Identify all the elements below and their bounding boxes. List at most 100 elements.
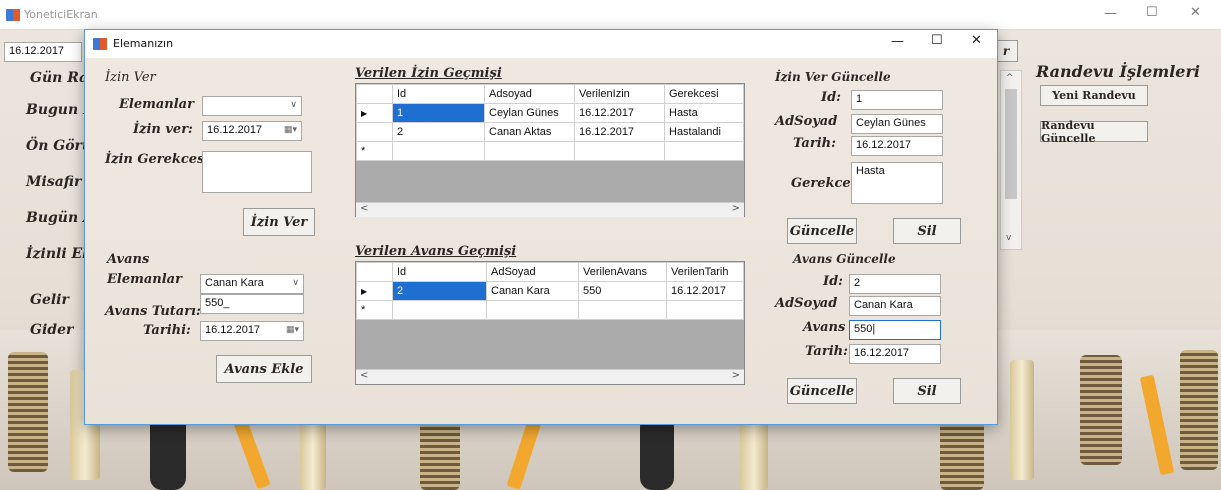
scroll-up-icon[interactable]: ^: [1006, 73, 1014, 83]
new-appointment-button[interactable]: Yeni Randevu: [1040, 85, 1148, 106]
new-row[interactable]: *: [356, 141, 744, 161]
izin-update-id-label: Id:: [821, 90, 841, 105]
table-cell[interactable]: [392, 300, 487, 320]
avans-ekle-button[interactable]: Avans Ekle: [216, 355, 312, 383]
dialog-app-icon: [93, 38, 107, 50]
table-cell[interactable]: 1: [392, 103, 485, 123]
column-header[interactable]: VerilenIzin: [574, 84, 665, 104]
izin-reason-textarea[interactable]: [202, 151, 312, 193]
minimize-icon[interactable]: —: [1104, 6, 1117, 21]
text-cursor-icon: |: [872, 323, 876, 335]
table-cell[interactable]: [664, 141, 744, 161]
column-header[interactable]: VerilenTarih: [666, 262, 744, 282]
izin-reason-label: İzin Gerekcesi: [105, 152, 210, 167]
column-header[interactable]: Gerekcesi: [664, 84, 744, 104]
table-cell[interactable]: [486, 300, 579, 320]
table-cell[interactable]: Hasta: [664, 103, 744, 123]
izin-history-grid[interactable]: Id Adsoyad VerilenIzin Gerekcesi ▶ 1 Cey…: [355, 83, 745, 217]
avans-update-name-input[interactable]: Canan Kara: [849, 296, 941, 316]
izin-date-picker[interactable]: 16.12.2017 ▦▾: [202, 121, 302, 141]
avans-update-date-input[interactable]: 16.12.2017: [849, 344, 941, 364]
avans-amount-input[interactable]: 550_: [200, 294, 304, 314]
brush-image: [8, 352, 48, 472]
maximize-icon[interactable]: ☐: [1146, 5, 1158, 20]
table-cell[interactable]: 2: [392, 281, 487, 301]
appointments-title: Randevu İşlemleri: [1036, 62, 1200, 81]
table-cell[interactable]: 16.12.2017: [666, 281, 744, 301]
avans-date-picker[interactable]: 16.12.2017 ▦▾: [200, 321, 304, 341]
avans-update-header: Avans Güncelle: [793, 252, 896, 266]
table-header-row: Id Adsoyad VerilenIzin Gerekcesi: [356, 84, 744, 104]
table-cell[interactable]: Hastalandi: [664, 122, 744, 142]
brush-image: [1180, 350, 1218, 470]
avans-update-button[interactable]: Güncelle: [787, 378, 857, 404]
new-row-icon: *: [356, 300, 393, 320]
horizontal-scrollbar[interactable]: < >: [356, 202, 744, 217]
avans-update-id-input[interactable]: 2: [849, 274, 941, 294]
dialog-titlebar: Elemanızın — ☐ ✕: [85, 30, 997, 58]
column-header[interactable]: Id: [392, 84, 485, 104]
izin-update-reason-textarea[interactable]: Hasta: [851, 162, 943, 204]
avans-employees-select[interactable]: Canan Kara ∨: [200, 274, 304, 294]
avans-update-amount-value: 550: [854, 323, 873, 335]
main-titlebar: YoneticiEkran — ☐ ✕: [0, 0, 1221, 30]
scroll-down-icon[interactable]: v: [1006, 233, 1011, 243]
izin-update-button[interactable]: Güncelle: [787, 218, 857, 244]
dialog-close-icon[interactable]: ✕: [971, 33, 982, 48]
dialog-minimize-icon[interactable]: —: [891, 34, 904, 49]
row-header-cell: [356, 84, 393, 104]
izin-update-id-input[interactable]: 1: [851, 90, 943, 110]
table-cell[interactable]: Canan Kara: [486, 281, 579, 301]
table-row[interactable]: ▶ 1 Ceylan Günes 16.12.2017 Hasta: [356, 103, 744, 123]
close-icon[interactable]: ✕: [1190, 5, 1201, 20]
main-list-scrollbar[interactable]: ^ v: [1000, 70, 1022, 250]
dialog-maximize-icon[interactable]: ☐: [931, 33, 943, 48]
calendar-icon[interactable]: ▦▾: [286, 324, 299, 335]
column-header[interactable]: VerilenAvans: [578, 262, 667, 282]
avans-update-name-label: AdSoyad: [775, 296, 838, 311]
avans-update-date-label: Tarih:: [805, 344, 848, 359]
avans-update-amount-input[interactable]: 550|: [849, 320, 941, 340]
chevron-down-icon[interactable]: ∨: [292, 277, 299, 288]
table-cell[interactable]: Canan Aktas: [484, 122, 575, 142]
table-row[interactable]: ▶ 2 Canan Kara 550 16.12.2017: [356, 281, 744, 301]
table-cell[interactable]: 16.12.2017: [574, 103, 665, 123]
table-cell[interactable]: [484, 141, 575, 161]
table-cell[interactable]: [574, 141, 665, 161]
new-row[interactable]: *: [356, 300, 744, 320]
izin-date-label: İzin ver:: [133, 122, 193, 137]
table-cell[interactable]: 550: [578, 281, 667, 301]
avans-delete-button[interactable]: Sil: [893, 378, 961, 404]
izin-delete-button[interactable]: Sil: [893, 218, 961, 244]
table-cell[interactable]: [578, 300, 667, 320]
table-cell[interactable]: Ceylan Günes: [484, 103, 575, 123]
main-window-title: YoneticiEkran: [24, 8, 98, 21]
main-date-field[interactable]: 16.12.2017: [4, 42, 82, 62]
avans-date-value: 16.12.2017: [205, 324, 261, 336]
izin-update-date-input[interactable]: 16.12.2017: [851, 136, 943, 156]
scroll-right-icon[interactable]: >: [732, 370, 740, 381]
izin-ver-button[interactable]: İzin Ver: [243, 208, 315, 236]
izin-employees-select[interactable]: ∨: [202, 96, 302, 116]
brush-image: [1080, 355, 1122, 465]
table-cell[interactable]: [666, 300, 744, 320]
column-header[interactable]: Id: [392, 262, 487, 282]
scroll-right-icon[interactable]: >: [732, 203, 740, 214]
chevron-down-icon[interactable]: ∨: [290, 99, 297, 110]
avans-history-grid[interactable]: Id AdSoyad VerilenAvans VerilenTarih ▶ 2…: [355, 261, 745, 385]
table-cell[interactable]: 16.12.2017: [574, 122, 665, 142]
table-row[interactable]: 2 Canan Aktas 16.12.2017 Hastalandi: [356, 122, 744, 142]
calendar-icon[interactable]: ▦▾: [284, 124, 297, 135]
izin-update-name-input[interactable]: Ceylan Günes: [851, 114, 943, 134]
scroll-left-icon[interactable]: <: [360, 203, 368, 214]
column-header[interactable]: Adsoyad: [484, 84, 575, 104]
horizontal-scrollbar[interactable]: < >: [356, 369, 744, 384]
table-cell[interactable]: [392, 141, 485, 161]
scroll-left-icon[interactable]: <: [360, 370, 368, 381]
main-label: Gelir: [30, 292, 69, 308]
update-appointment-button[interactable]: Randevu Güncelle: [1040, 119, 1148, 145]
table-cell[interactable]: 2: [392, 122, 485, 142]
row-header-cell: [356, 262, 393, 282]
column-header[interactable]: AdSoyad: [486, 262, 579, 282]
scroll-thumb[interactable]: [1005, 89, 1017, 199]
